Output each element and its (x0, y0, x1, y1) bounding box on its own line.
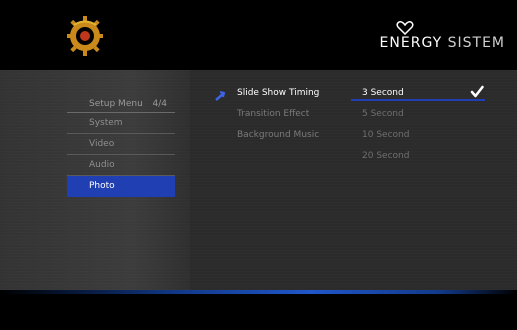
photo-settings: Slide Show Timing 3 Second Transition Ef… (214, 85, 494, 170)
setting-label: Slide Show Timing (237, 88, 320, 98)
brand-left: ENERGY (379, 35, 443, 51)
gear-logo-icon (67, 16, 103, 56)
option-value[interactable]: 20 Second (362, 149, 409, 163)
setting-label: Background Music (237, 130, 320, 140)
menu-item-system[interactable]: System (67, 113, 175, 134)
menu-item-photo[interactable]: Photo (67, 176, 175, 197)
option-value[interactable]: 10 Second (362, 128, 409, 142)
tv-setup-screen: ENERGY SISTEM Setup Menu 4/4 System Vide… (0, 0, 517, 330)
option-value[interactable]: 3 Second (362, 86, 404, 100)
setting-row-transition-effect[interactable]: Transition Effect 5 Second (214, 107, 494, 128)
chevron-right-icon (215, 91, 226, 101)
option-value[interactable]: 5 Second (362, 107, 404, 121)
setting-row-slide-show-timing[interactable]: Slide Show Timing 3 Second (214, 85, 494, 107)
setup-menu: Setup Menu 4/4 System Video Audio Photo (67, 96, 175, 197)
menu-title-label: Setup Menu (89, 99, 143, 109)
brand-name: ENERGY SISTEM (380, 35, 505, 51)
brand-right: SISTEM (447, 35, 505, 51)
heart-icon (396, 21, 414, 35)
menu-page-indicator: 4/4 (152, 99, 167, 109)
menu-item-audio[interactable]: Audio (67, 155, 175, 176)
setting-label: Transition Effect (237, 109, 310, 119)
checkmark-icon (470, 85, 484, 98)
selection-underline (351, 99, 485, 101)
setting-row-extra-option: 20 Second (214, 149, 494, 170)
header: ENERGY SISTEM (0, 0, 517, 70)
setting-row-background-music[interactable]: Background Music 10 Second (214, 128, 494, 149)
menu-item-video[interactable]: Video (67, 134, 175, 155)
setup-menu-title: Setup Menu 4/4 (67, 96, 175, 113)
footer (0, 294, 517, 330)
